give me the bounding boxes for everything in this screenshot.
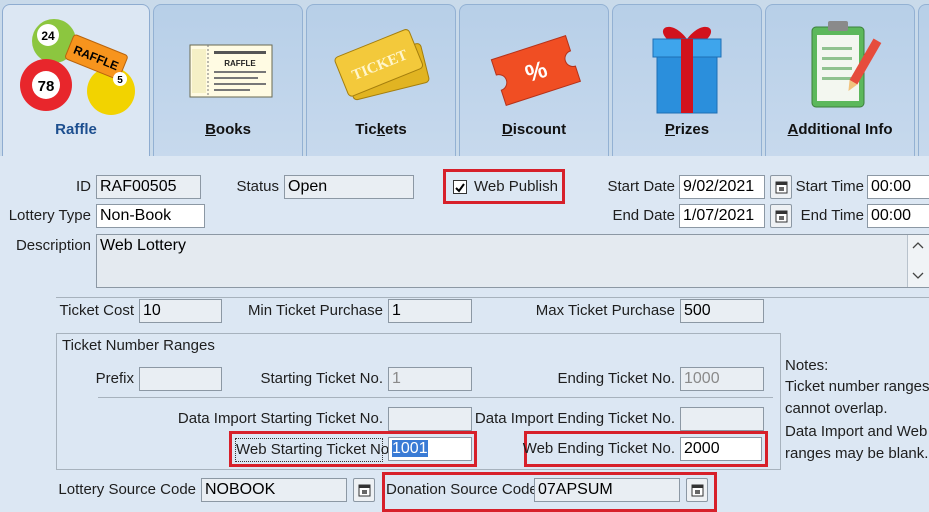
donation-source-label: Donation Source Code: [386, 481, 538, 498]
end-date-picker-button[interactable]: [770, 204, 792, 228]
tab-books[interactable]: RAFFLE Books: [153, 4, 303, 156]
starting-ticket-field[interactable]: 1: [388, 367, 472, 391]
calendar-icon: [775, 181, 788, 194]
tab-label: Tickets: [355, 121, 407, 138]
lookup-icon: [691, 484, 704, 497]
lottery-type-field[interactable]: Non-Book: [96, 204, 205, 228]
description-scrollbar[interactable]: [907, 235, 929, 287]
start-date-picker-button[interactable]: [770, 175, 792, 199]
start-date-label: Start Date: [607, 178, 675, 195]
ticket-cost-label: Ticket Cost: [59, 302, 134, 319]
prefix-label: Prefix: [95, 370, 134, 387]
id-field[interactable]: RAF00505: [96, 175, 201, 199]
tab-overflow[interactable]: [918, 4, 929, 156]
web-publish-label: Web Publish: [474, 178, 558, 195]
start-date-field[interactable]: 9/02/2021: [679, 175, 765, 199]
description-text: Web Lottery: [100, 237, 186, 254]
lottery-source-lookup-button[interactable]: [353, 478, 375, 502]
status-field[interactable]: Open: [284, 175, 414, 199]
min-purchase-label: Min Ticket Purchase: [247, 302, 383, 319]
tab-label: Additional Info: [787, 121, 893, 138]
donation-source-lookup-button[interactable]: [686, 478, 708, 502]
data-import-start-label: Data Import Starting Ticket No.: [177, 410, 383, 427]
web-end-label: Web Ending Ticket No.: [522, 440, 675, 457]
data-import-end-label: Data Import Ending Ticket No.: [474, 410, 675, 427]
lottery-type-label: Lottery Type: [8, 207, 91, 224]
access-key: B: [205, 121, 216, 138]
ranges-divider: [98, 397, 773, 398]
web-start-field[interactable]: 1001: [388, 437, 472, 461]
tab-label: Books: [205, 121, 251, 138]
discount-ticket-icon: %: [460, 13, 608, 118]
starting-ticket-label: Starting Ticket No.: [260, 370, 383, 387]
web-start-selected-text: 1001: [392, 440, 428, 457]
tab-label: Raffle: [55, 121, 97, 138]
data-import-end-field[interactable]: [680, 407, 764, 431]
section-divider: [56, 297, 929, 298]
tab-additional-info[interactable]: Additional Info: [765, 4, 915, 156]
notes-line: cannot overlap.: [785, 400, 888, 417]
tab-discount[interactable]: % Discount: [459, 4, 609, 156]
raffle-balls-icon: 24 78 RAFFLE 5: [3, 13, 149, 118]
calendar-icon: [775, 210, 788, 223]
svg-text:78: 78: [38, 78, 55, 95]
min-purchase-field[interactable]: 1: [388, 299, 472, 323]
ticket-book-icon: RAFFLE: [154, 13, 302, 118]
web-publish-checkbox[interactable]: [453, 180, 467, 194]
gift-box-icon: [613, 13, 761, 118]
tab-tickets[interactable]: TICKET Tickets: [306, 4, 456, 156]
prefix-field[interactable]: [139, 367, 222, 391]
tab-prizes[interactable]: Prizes: [612, 4, 762, 156]
donation-source-field[interactable]: 07APSUM: [534, 478, 680, 502]
web-end-field[interactable]: 2000: [680, 437, 762, 461]
description-field[interactable]: Web Lottery: [96, 234, 929, 288]
max-purchase-label: Max Ticket Purchase: [535, 302, 675, 319]
lottery-source-field[interactable]: NOBOOK: [201, 478, 347, 502]
id-label: ID: [76, 178, 91, 195]
web-start-label: Web Starting Ticket No.: [235, 438, 393, 462]
lookup-icon: [358, 484, 371, 497]
ending-ticket-label: Ending Ticket No.: [557, 370, 675, 387]
start-time-label: Start Time: [795, 178, 864, 195]
start-time-field[interactable]: 00:00: [867, 175, 929, 199]
description-label: Description: [15, 237, 91, 254]
ticket-cost-field[interactable]: 10: [139, 299, 222, 323]
tickets-icon: TICKET: [307, 13, 455, 118]
notes-title: Notes:: [785, 357, 829, 374]
max-purchase-field[interactable]: 500: [680, 299, 764, 323]
tab-label: Discount: [501, 121, 567, 138]
ticket-ranges-title: Ticket Number Ranges: [62, 337, 215, 354]
tab-label: Prizes: [664, 121, 710, 138]
access-key: D: [501, 121, 513, 138]
notes-line: Ticket number ranges: [785, 378, 929, 395]
tab-bar: 24 78 RAFFLE 5 Raffle RAFFLE Books TICKE…: [0, 0, 929, 156]
scroll-arrows-icon: [912, 242, 924, 279]
access-key: k: [376, 121, 386, 138]
notes-line: ranges may be blank.: [785, 445, 929, 462]
access-key: A: [787, 121, 799, 138]
access-key: P: [664, 121, 675, 138]
end-date-field[interactable]: 1/07/2021: [679, 204, 765, 228]
tab-raffle[interactable]: 24 78 RAFFLE 5 Raffle: [2, 4, 150, 156]
raffle-form: ID RAF00505 Status Open Web Publish Star…: [0, 156, 929, 512]
lottery-source-label: Lottery Source Code: [58, 481, 196, 498]
clipboard-icon: [766, 13, 914, 118]
notes-line: Data Import and Web: [785, 423, 928, 440]
end-time-label: End Time: [800, 207, 864, 224]
end-time-field[interactable]: 00:00: [867, 204, 929, 228]
svg-text:RAFFLE: RAFFLE: [224, 59, 256, 68]
svg-text:24: 24: [41, 29, 55, 43]
status-label: Status: [236, 178, 279, 195]
svg-text:5: 5: [117, 75, 123, 86]
ending-ticket-field[interactable]: 1000: [680, 367, 764, 391]
end-date-label: End Date: [612, 207, 675, 224]
